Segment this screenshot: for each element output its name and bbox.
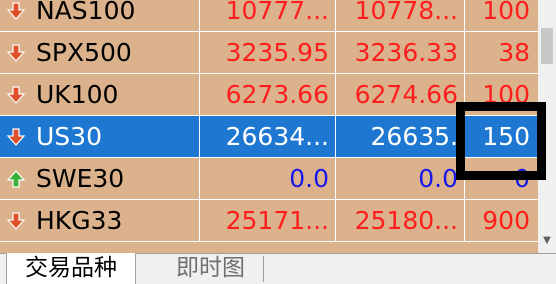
table-row[interactable]: SPX500 3235.95 3236.33 38 (0, 32, 538, 74)
symbol-cell: HKG33 (0, 200, 199, 242)
arrow-down-icon (6, 2, 26, 20)
ask-price: 25180... (335, 200, 464, 242)
symbol-name: SPX500 (36, 38, 132, 67)
symbol-cell: NAS100 (0, 0, 199, 32)
ask-price: 26635. (335, 116, 464, 158)
table-row[interactable]: NAS100 10777... 10778... 100 (0, 0, 538, 32)
table-row[interactable]: SWE30 0.0 0.0 0 (0, 158, 538, 200)
scroll-down-arrow-icon[interactable]: ▼ (541, 235, 553, 247)
symbol-name: HKG33 (36, 206, 123, 235)
ask-price: 0.0 (335, 158, 464, 200)
table-row[interactable]: UK100 6273.66 6274.66 100 (0, 74, 538, 116)
symbol-cell: SWE30 (0, 158, 199, 200)
table-row[interactable]: HKG33 25171... 25180... 900 (0, 200, 538, 242)
bid-price: 6273.66 (199, 74, 335, 116)
ask-price: 3236.33 (335, 32, 464, 74)
arrow-down-icon (6, 128, 26, 146)
bid-price: 26634... (199, 116, 335, 158)
symbol-cell: UK100 (0, 74, 199, 116)
spread-value: 150 (464, 116, 538, 158)
spread-value: 38 (464, 32, 538, 74)
symbol-name: US30 (36, 122, 102, 151)
spread-value: 100 (464, 74, 538, 116)
tab-symbols[interactable]: 交易品种 (6, 253, 136, 284)
spread-value: 100 (464, 0, 538, 32)
spread-value: 0 (464, 158, 538, 200)
vertical-scrollbar[interactable]: ▼ (538, 0, 556, 253)
symbol-cell: SPX500 (0, 32, 199, 74)
bid-price: 0.0 (199, 158, 335, 200)
arrow-down-icon (6, 44, 26, 62)
symbol-cell: US30 (0, 116, 199, 158)
spread-value: 900 (464, 200, 538, 242)
table-row-selected[interactable]: US30 26634... 26635. 150 (0, 116, 538, 158)
market-watch-table: NAS100 10777... 10778... 100 SPX500 3235… (0, 0, 538, 253)
scrollbar-thumb[interactable] (541, 28, 553, 64)
bid-price: 25171... (199, 200, 335, 242)
tab-tick-chart[interactable]: 即时图 (158, 256, 264, 282)
arrow-down-icon (6, 86, 26, 104)
bottom-tab-bar: 交易品种 即时图 (0, 253, 556, 284)
bid-price: 3235.95 (199, 32, 335, 74)
ask-price: 6274.66 (335, 74, 464, 116)
bid-price: 10777... (199, 0, 335, 32)
symbol-name: NAS100 (36, 0, 136, 25)
arrow-down-icon (6, 212, 26, 230)
symbol-name: UK100 (36, 80, 119, 109)
symbol-name: SWE30 (36, 164, 125, 193)
arrow-up-icon (6, 170, 26, 188)
ask-price: 10778... (335, 0, 464, 32)
